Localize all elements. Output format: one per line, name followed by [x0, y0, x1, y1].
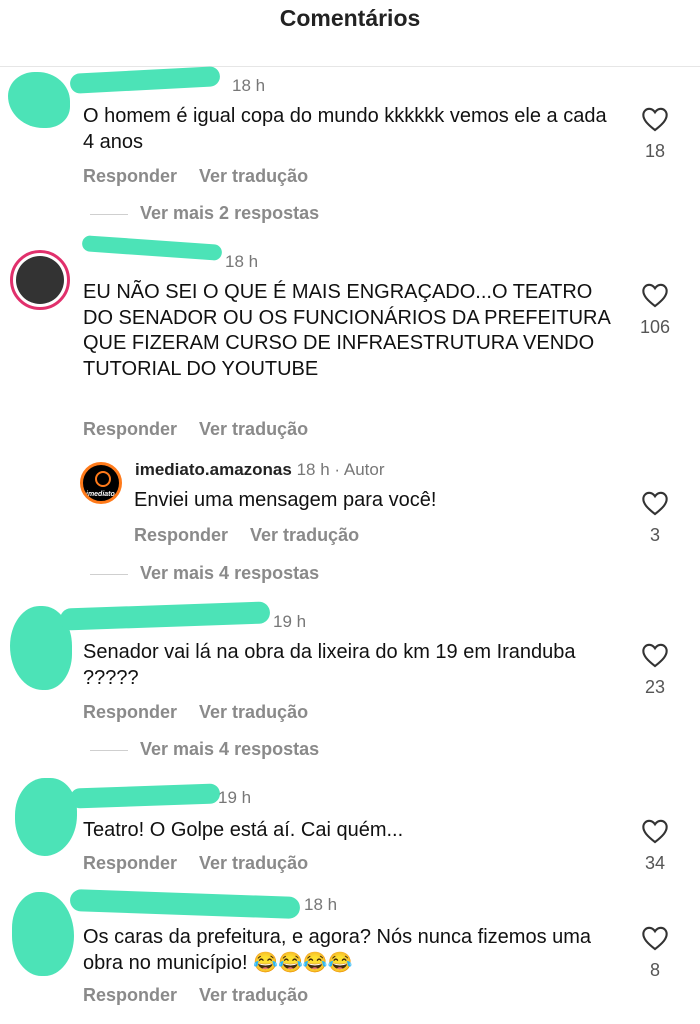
avatar-brand-text: imediato [86, 491, 115, 498]
comment-time: 19 h [273, 612, 307, 631]
view-more-replies-label[interactable]: Ver mais 4 respostas [140, 739, 319, 759]
avatar[interactable] [15, 778, 77, 856]
replies-divider [90, 213, 128, 215]
redacted-username [69, 66, 221, 94]
comment-time: 18 h [232, 76, 266, 95]
like-button[interactable]: 23 [630, 642, 680, 698]
like-button[interactable]: 34 [630, 818, 680, 874]
heart-outline-icon[interactable] [641, 818, 669, 844]
reply-username[interactable]: imediato.amazonas [135, 460, 292, 479]
redacted-username [59, 601, 271, 631]
view-more-replies[interactable]: Ver mais 2 respostas [90, 203, 319, 224]
comment-time: 19 h [218, 788, 252, 807]
author-tag: Autor [343, 460, 385, 479]
like-button[interactable]: 18 [630, 106, 680, 162]
view-more-replies-label[interactable]: Ver mais 4 respostas [140, 563, 319, 583]
comment-time: 18 h [225, 252, 259, 271]
comment-text: Senador vai lá na obra da lixeira do km … [83, 641, 576, 689]
view-more-replies-label[interactable]: Ver mais 2 respostas [140, 203, 319, 223]
translate-button[interactable]: Ver tradução [199, 853, 308, 873]
comment-text: EU NÃO SEI O QUE É MAIS ENGRAÇADO...O TE… [83, 281, 610, 380]
reply-button[interactable]: Responder [83, 853, 177, 873]
comment-text: Os caras da prefeitura, e agora? Nós nun… [83, 926, 592, 974]
reply-button[interactable]: Responder [83, 985, 177, 1005]
heart-outline-icon[interactable] [641, 642, 669, 668]
translate-button[interactable]: Ver tradução [199, 166, 308, 186]
page-title: Comentários [279, 5, 421, 31]
meta-separator: · [334, 460, 341, 479]
heart-outline-icon[interactable] [641, 490, 669, 516]
redacted-username [69, 888, 301, 920]
like-button[interactable]: 3 [630, 490, 680, 546]
avatar[interactable] [12, 892, 74, 976]
replies-divider [90, 749, 128, 751]
comment-actions: Responder Ver tradução [83, 985, 330, 1006]
translate-button[interactable]: Ver tradução [250, 525, 359, 545]
reply-button[interactable]: Responder [83, 419, 177, 439]
comment-text: O homem é igual copa do mundo kkkkkk vem… [83, 105, 607, 153]
like-count: 34 [644, 853, 666, 873]
heart-outline-icon[interactable] [641, 925, 669, 951]
translate-button[interactable]: Ver tradução [199, 702, 308, 722]
comment-actions: Responder Ver tradução [83, 419, 330, 440]
replies-divider [90, 573, 128, 575]
reply-button[interactable]: Responder [134, 525, 228, 545]
like-button[interactable]: 8 [630, 925, 680, 981]
like-button[interactable]: 106 [630, 282, 680, 338]
avatar-image [16, 256, 64, 304]
view-more-replies[interactable]: Ver mais 4 respostas [90, 739, 319, 760]
comment-actions: Responder Ver tradução [83, 853, 330, 874]
reply-button[interactable]: Responder [83, 702, 177, 722]
comment-text: Teatro! O Golpe está aí. Cai quém... [83, 819, 404, 841]
reply-time: 18 h [296, 460, 330, 479]
like-count: 23 [644, 677, 666, 697]
heart-outline-icon[interactable] [641, 106, 669, 132]
translate-button[interactable]: Ver tradução [199, 985, 308, 1005]
comment-actions: Responder Ver tradução [83, 166, 330, 187]
brand-logo-icon [95, 471, 111, 487]
heart-outline-icon[interactable] [641, 282, 669, 308]
comment-time: 18 h [304, 895, 338, 914]
like-count: 8 [649, 960, 660, 980]
reply-meta: imediato.amazonas 18 h · Autor [135, 460, 385, 480]
comment-actions: Responder Ver tradução [83, 702, 330, 723]
comments-header: Comentários [0, 0, 700, 67]
avatar[interactable]: imediato [80, 462, 122, 504]
avatar[interactable] [10, 250, 70, 310]
redacted-username [81, 235, 223, 261]
translate-button[interactable]: Ver tradução [199, 419, 308, 439]
reply-button[interactable]: Responder [83, 166, 177, 186]
view-more-replies[interactable]: Ver mais 4 respostas [90, 563, 319, 584]
like-count: 106 [639, 317, 671, 337]
like-count: 18 [644, 141, 666, 161]
reply-text: Enviei uma mensagem para você! [134, 489, 437, 511]
like-count: 3 [649, 525, 660, 545]
avatar[interactable] [8, 72, 70, 128]
reply-actions: Responder Ver tradução [134, 525, 381, 546]
redacted-username [69, 783, 221, 809]
